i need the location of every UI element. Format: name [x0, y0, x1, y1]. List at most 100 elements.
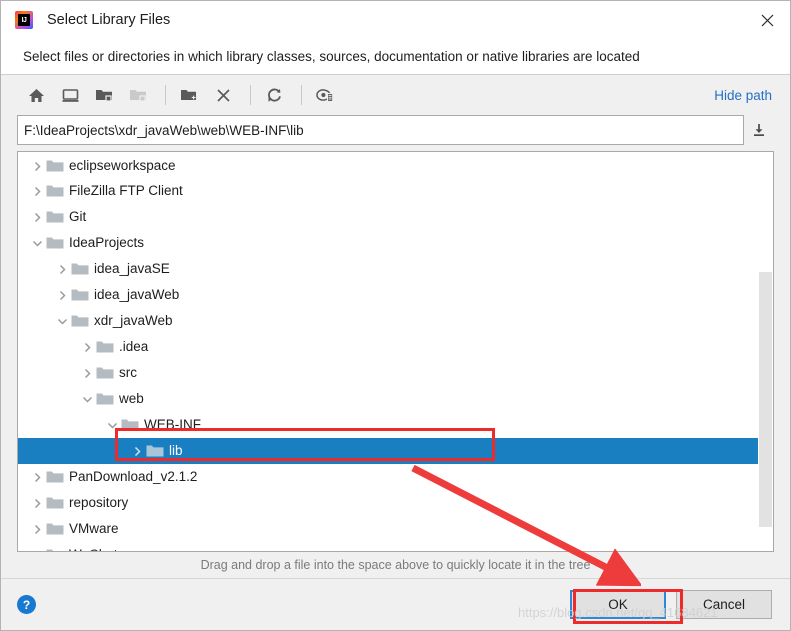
tree-row-label: idea_javaSE — [94, 261, 170, 277]
folder-icon — [46, 548, 64, 551]
dialog-subtitle-bar: Select files or directories in which lib… — [1, 39, 790, 75]
tree-row[interactable]: src — [18, 360, 758, 386]
tree-row-label: xdr_javaWeb — [94, 313, 173, 329]
title-bar: IJ Select Library Files — [1, 1, 790, 39]
directory-tree-panel: eclipseworkspace FileZilla FTP Client Git I… — [17, 151, 774, 552]
chevron-down-icon[interactable] — [28, 230, 46, 256]
folder-icon — [46, 236, 64, 250]
tree-row-label: .idea — [119, 339, 149, 355]
folder-icon — [96, 366, 114, 380]
tree-row-selected[interactable]: lib — [18, 438, 758, 464]
chevron-right-icon[interactable] — [28, 204, 46, 230]
chevron-right-icon[interactable] — [53, 256, 71, 282]
tree-row[interactable]: idea_javaWeb — [18, 282, 758, 308]
tree-scrollbar[interactable] — [758, 152, 773, 551]
module-folder-glyph — [130, 90, 146, 102]
home-icon[interactable] — [21, 81, 51, 109]
tree-row[interactable]: FileZilla FTP Client — [18, 178, 758, 204]
cancel-button[interactable]: Cancel — [676, 590, 772, 619]
tree-row[interactable]: .idea — [18, 334, 758, 360]
tree-row-label: IdeaProjects — [69, 235, 145, 251]
tree-row-label: FileZilla FTP Client — [69, 183, 183, 199]
close-glyph — [761, 14, 773, 26]
directory-tree[interactable]: eclipseworkspace FileZilla FTP Client Git I… — [18, 152, 758, 551]
tree-row[interactable]: WeChat — [18, 542, 758, 551]
tree-row-label: lib — [169, 443, 183, 459]
folder-icon — [46, 496, 64, 510]
chevron-right-icon[interactable] — [28, 464, 46, 490]
folder-icon — [46, 470, 64, 484]
folder-icon — [71, 262, 89, 276]
refresh-glyph — [267, 88, 281, 102]
window-title: Select Library Files — [47, 12, 171, 28]
chevron-right-icon[interactable] — [78, 360, 96, 386]
chevron-right-icon[interactable] — [128, 438, 146, 464]
folder-icon — [46, 522, 64, 536]
chevron-right-icon[interactable] — [28, 153, 46, 179]
folder-icon — [96, 340, 114, 354]
home-glyph — [28, 88, 44, 102]
tree-row[interactable]: eclipseworkspace — [18, 154, 758, 178]
refresh-icon[interactable] — [259, 81, 289, 109]
select-library-files-dialog: IJ Select Library Files Select files or … — [0, 0, 791, 631]
chevron-down-icon[interactable] — [103, 412, 121, 438]
project-folder-icon[interactable] — [89, 81, 119, 109]
tree-row-label: idea_javaWeb — [94, 287, 180, 303]
tree-row[interactable]: PanDownload_v2.1.2 — [18, 464, 758, 490]
chevron-right-icon[interactable] — [28, 490, 46, 516]
folder-icon — [96, 392, 114, 406]
tree-row-label: WEB-INF — [144, 417, 201, 433]
tree-row[interactable]: xdr_javaWeb — [18, 308, 758, 334]
chevron-right-icon[interactable] — [78, 334, 96, 360]
show-hidden-files-glyph — [316, 89, 334, 103]
toolbar-separator-1 — [165, 85, 166, 105]
folder-icon — [146, 444, 164, 458]
tree-row[interactable]: Git — [18, 204, 758, 230]
tree-row-label: web — [119, 391, 144, 407]
help-icon[interactable]: ? — [17, 595, 36, 614]
show-hidden-files-icon[interactable] — [310, 81, 340, 109]
tree-row-label: eclipseworkspace — [69, 158, 176, 174]
project-folder-glyph — [96, 90, 112, 102]
folder-icon — [71, 314, 89, 328]
desktop-icon[interactable] — [55, 81, 85, 109]
tree-row[interactable]: repository — [18, 490, 758, 516]
tree-row-label: Git — [69, 209, 87, 225]
chevron-right-icon[interactable] — [28, 516, 46, 542]
chevron-down-icon[interactable] — [53, 308, 71, 334]
toolbar-separator-3 — [301, 85, 302, 105]
insert-path-icon[interactable] — [744, 115, 774, 145]
tree-row-label: repository — [69, 495, 129, 511]
chevron-down-icon[interactable] — [78, 386, 96, 412]
delete-icon[interactable] — [208, 81, 238, 109]
tree-row[interactable]: WEB-INF — [18, 412, 758, 438]
folder-icon — [46, 159, 64, 173]
folder-icon — [121, 418, 139, 432]
ok-button[interactable]: OK — [570, 590, 666, 619]
insert-path-glyph — [754, 124, 764, 136]
tree-row-label: WeChat — [69, 548, 118, 551]
chevron-right-icon[interactable] — [53, 282, 71, 308]
folder-icon — [71, 288, 89, 302]
tree-row[interactable]: idea_javaSE — [18, 256, 758, 282]
toolbar-separator-2 — [250, 85, 251, 105]
tree-row-label: src — [119, 365, 137, 381]
tree-row[interactable]: VMware — [18, 516, 758, 542]
delete-glyph — [216, 88, 230, 102]
dialog-subtitle: Select files or directories in which lib… — [23, 49, 640, 64]
path-input[interactable]: F:\IdeaProjects\xdr_javaWeb\web\WEB-INF\… — [17, 115, 744, 145]
intellij-idea-logo-icon: IJ — [15, 11, 33, 29]
file-chooser-toolbar: Hide path — [1, 75, 790, 115]
tree-row[interactable]: web — [18, 386, 758, 412]
new-folder-glyph — [181, 90, 197, 100]
hide-path-link[interactable]: Hide path — [714, 88, 774, 103]
path-row: F:\IdeaProjects\xdr_javaWeb\web\WEB-INF\… — [17, 115, 774, 145]
tree-row[interactable]: IdeaProjects — [18, 230, 758, 256]
close-icon[interactable] — [744, 1, 790, 39]
chevron-right-icon[interactable] — [28, 542, 46, 551]
desktop-glyph — [62, 88, 78, 102]
tree-scrollbar-thumb[interactable] — [759, 271, 772, 528]
new-folder-icon[interactable] — [174, 81, 204, 109]
chevron-right-icon[interactable] — [28, 178, 46, 204]
module-folder-icon — [123, 81, 153, 109]
